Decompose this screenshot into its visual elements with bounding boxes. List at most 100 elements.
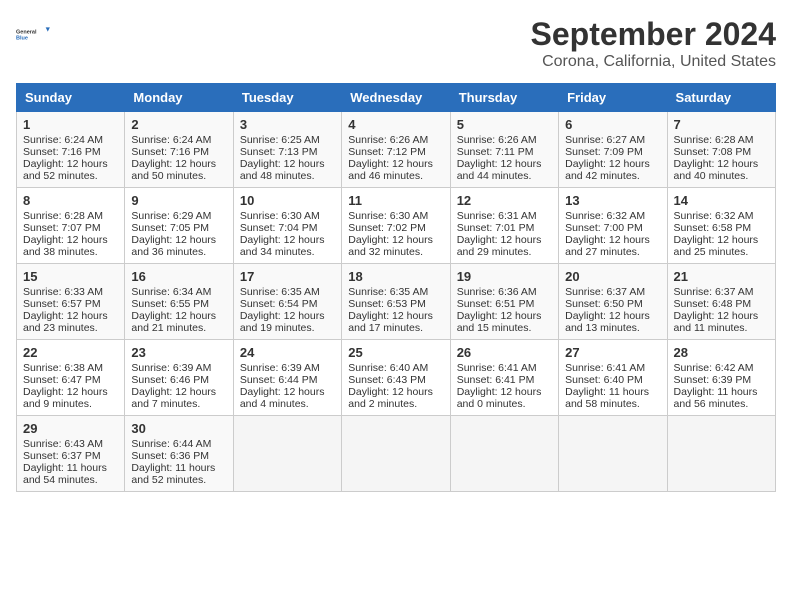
daylight-text: Daylight: 12 hours and 44 minutes. xyxy=(457,158,542,182)
day-number: 26 xyxy=(457,345,552,360)
calendar-cell: 9 Sunrise: 6:29 AM Sunset: 7:05 PM Dayli… xyxy=(125,188,233,264)
day-number: 20 xyxy=(565,269,660,284)
sunrise-text: Sunrise: 6:27 AM xyxy=(565,134,645,146)
calendar-cell: 17 Sunrise: 6:35 AM Sunset: 6:54 PM Dayl… xyxy=(233,264,341,340)
calendar-cell: 14 Sunrise: 6:32 AM Sunset: 6:58 PM Dayl… xyxy=(667,188,775,264)
weekday-header: Saturday xyxy=(667,84,775,112)
sunrise-text: Sunrise: 6:28 AM xyxy=(23,210,103,222)
day-number: 13 xyxy=(565,193,660,208)
sunset-text: Sunset: 6:53 PM xyxy=(348,298,426,310)
daylight-text: Daylight: 12 hours and 52 minutes. xyxy=(23,158,108,182)
sunrise-text: Sunrise: 6:35 AM xyxy=(348,286,428,298)
sunrise-text: Sunrise: 6:35 AM xyxy=(240,286,320,298)
calendar-cell: 1 Sunrise: 6:24 AM Sunset: 7:16 PM Dayli… xyxy=(17,112,125,188)
sunrise-text: Sunrise: 6:26 AM xyxy=(348,134,428,146)
day-number: 12 xyxy=(457,193,552,208)
sunset-text: Sunset: 7:16 PM xyxy=(131,146,209,158)
sunrise-text: Sunrise: 6:28 AM xyxy=(674,134,754,146)
daylight-text: Daylight: 11 hours and 52 minutes. xyxy=(131,462,215,486)
sunrise-text: Sunrise: 6:24 AM xyxy=(23,134,103,146)
sunrise-text: Sunrise: 6:32 AM xyxy=(565,210,645,222)
title-block: September 2024 Corona, California, Unite… xyxy=(531,16,776,71)
sunset-text: Sunset: 7:01 PM xyxy=(457,222,535,234)
day-number: 3 xyxy=(240,117,335,132)
sunrise-text: Sunrise: 6:30 AM xyxy=(348,210,428,222)
calendar-table: SundayMondayTuesdayWednesdayThursdayFrid… xyxy=(16,83,776,492)
calendar-cell: 26 Sunrise: 6:41 AM Sunset: 6:41 PM Dayl… xyxy=(450,340,558,416)
day-number: 6 xyxy=(565,117,660,132)
day-number: 22 xyxy=(23,345,118,360)
day-number: 19 xyxy=(457,269,552,284)
day-number: 30 xyxy=(131,421,226,436)
sunset-text: Sunset: 6:47 PM xyxy=(23,374,101,386)
calendar-cell xyxy=(559,416,667,492)
daylight-text: Daylight: 12 hours and 4 minutes. xyxy=(240,386,325,410)
sunrise-text: Sunrise: 6:41 AM xyxy=(565,362,645,374)
calendar-week-row: 15 Sunrise: 6:33 AM Sunset: 6:57 PM Dayl… xyxy=(17,264,776,340)
calendar-cell: 3 Sunrise: 6:25 AM Sunset: 7:13 PM Dayli… xyxy=(233,112,341,188)
sunset-text: Sunset: 6:44 PM xyxy=(240,374,318,386)
daylight-text: Daylight: 12 hours and 50 minutes. xyxy=(131,158,216,182)
daylight-text: Daylight: 12 hours and 11 minutes. xyxy=(674,310,759,334)
calendar-cell: 11 Sunrise: 6:30 AM Sunset: 7:02 PM Dayl… xyxy=(342,188,450,264)
calendar-cell: 25 Sunrise: 6:40 AM Sunset: 6:43 PM Dayl… xyxy=(342,340,450,416)
sunrise-text: Sunrise: 6:32 AM xyxy=(674,210,754,222)
sunrise-text: Sunrise: 6:31 AM xyxy=(457,210,537,222)
day-number: 23 xyxy=(131,345,226,360)
day-number: 2 xyxy=(131,117,226,132)
sunset-text: Sunset: 7:04 PM xyxy=(240,222,318,234)
sunrise-text: Sunrise: 6:41 AM xyxy=(457,362,537,374)
daylight-text: Daylight: 12 hours and 27 minutes. xyxy=(565,234,650,258)
daylight-text: Daylight: 12 hours and 0 minutes. xyxy=(457,386,542,410)
day-number: 7 xyxy=(674,117,769,132)
calendar-cell: 2 Sunrise: 6:24 AM Sunset: 7:16 PM Dayli… xyxy=(125,112,233,188)
sunset-text: Sunset: 6:55 PM xyxy=(131,298,209,310)
sunrise-text: Sunrise: 6:33 AM xyxy=(23,286,103,298)
day-number: 25 xyxy=(348,345,443,360)
sunset-text: Sunset: 7:11 PM xyxy=(457,146,534,158)
weekday-header: Thursday xyxy=(450,84,558,112)
daylight-text: Daylight: 12 hours and 42 minutes. xyxy=(565,158,650,182)
calendar-cell: 16 Sunrise: 6:34 AM Sunset: 6:55 PM Dayl… xyxy=(125,264,233,340)
calendar-cell: 12 Sunrise: 6:31 AM Sunset: 7:01 PM Dayl… xyxy=(450,188,558,264)
calendar-cell xyxy=(342,416,450,492)
day-number: 5 xyxy=(457,117,552,132)
sunrise-text: Sunrise: 6:39 AM xyxy=(131,362,211,374)
daylight-text: Daylight: 12 hours and 9 minutes. xyxy=(23,386,108,410)
calendar-cell: 21 Sunrise: 6:37 AM Sunset: 6:48 PM Dayl… xyxy=(667,264,775,340)
calendar-week-row: 8 Sunrise: 6:28 AM Sunset: 7:07 PM Dayli… xyxy=(17,188,776,264)
daylight-text: Daylight: 12 hours and 15 minutes. xyxy=(457,310,542,334)
sunset-text: Sunset: 6:58 PM xyxy=(674,222,752,234)
day-number: 18 xyxy=(348,269,443,284)
calendar-cell xyxy=(233,416,341,492)
daylight-text: Daylight: 12 hours and 48 minutes. xyxy=(240,158,325,182)
sunset-text: Sunset: 6:51 PM xyxy=(457,298,535,310)
calendar-week-row: 1 Sunrise: 6:24 AM Sunset: 7:16 PM Dayli… xyxy=(17,112,776,188)
sunset-text: Sunset: 6:48 PM xyxy=(674,298,752,310)
day-number: 21 xyxy=(674,269,769,284)
calendar-cell: 27 Sunrise: 6:41 AM Sunset: 6:40 PM Dayl… xyxy=(559,340,667,416)
day-number: 8 xyxy=(23,193,118,208)
sunset-text: Sunset: 6:57 PM xyxy=(23,298,101,310)
sunrise-text: Sunrise: 6:24 AM xyxy=(131,134,211,146)
sunrise-text: Sunrise: 6:39 AM xyxy=(240,362,320,374)
daylight-text: Daylight: 11 hours and 58 minutes. xyxy=(565,386,649,410)
day-number: 17 xyxy=(240,269,335,284)
daylight-text: Daylight: 11 hours and 54 minutes. xyxy=(23,462,107,486)
daylight-text: Daylight: 12 hours and 2 minutes. xyxy=(348,386,433,410)
sunset-text: Sunset: 6:37 PM xyxy=(23,450,101,462)
svg-text:Blue: Blue xyxy=(16,35,28,41)
day-number: 10 xyxy=(240,193,335,208)
calendar-cell: 22 Sunrise: 6:38 AM Sunset: 6:47 PM Dayl… xyxy=(17,340,125,416)
daylight-text: Daylight: 12 hours and 25 minutes. xyxy=(674,234,759,258)
daylight-text: Daylight: 12 hours and 23 minutes. xyxy=(23,310,108,334)
sunset-text: Sunset: 7:00 PM xyxy=(565,222,643,234)
sunrise-text: Sunrise: 6:37 AM xyxy=(565,286,645,298)
sunset-text: Sunset: 7:05 PM xyxy=(131,222,209,234)
daylight-text: Daylight: 12 hours and 19 minutes. xyxy=(240,310,325,334)
daylight-text: Daylight: 12 hours and 46 minutes. xyxy=(348,158,433,182)
daylight-text: Daylight: 12 hours and 21 minutes. xyxy=(131,310,216,334)
sunrise-text: Sunrise: 6:29 AM xyxy=(131,210,211,222)
sunrise-text: Sunrise: 6:34 AM xyxy=(131,286,211,298)
weekday-header: Wednesday xyxy=(342,84,450,112)
